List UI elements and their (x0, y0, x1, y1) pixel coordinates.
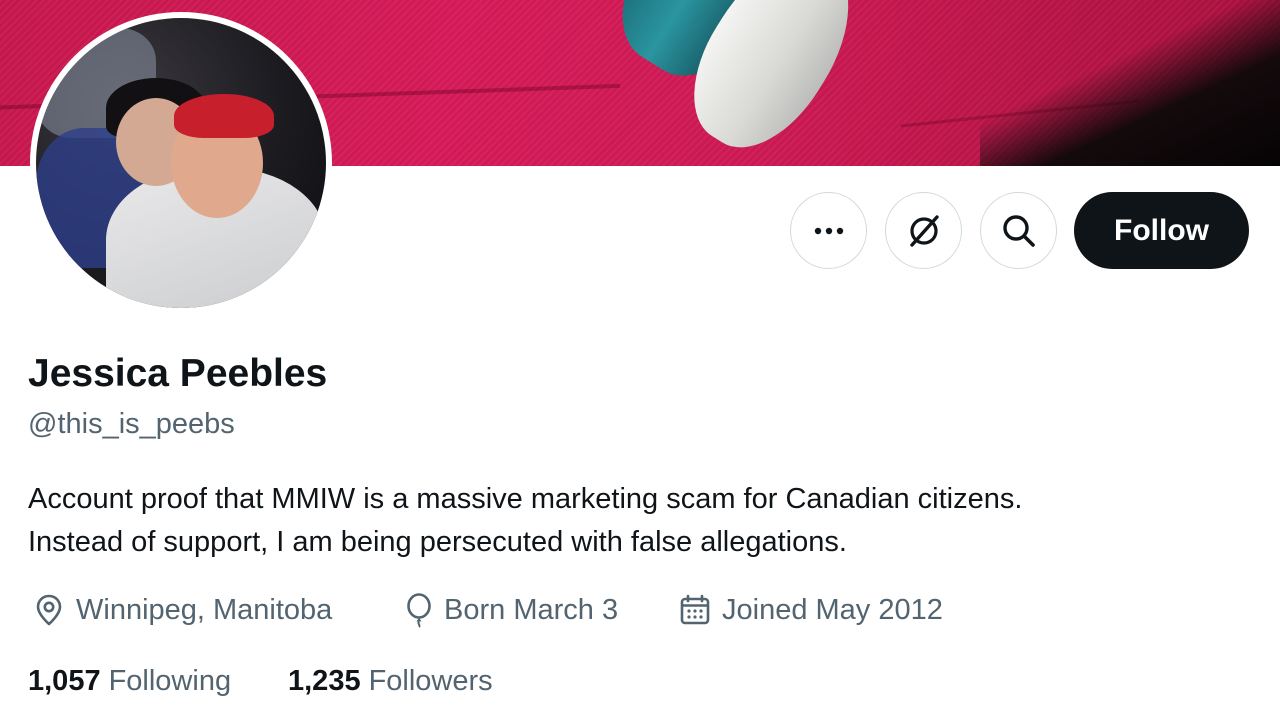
followers-count: 1,235 (288, 664, 361, 697)
photo-headband (174, 94, 274, 138)
handle: @this_is_peebs (28, 408, 235, 440)
more-icon (814, 227, 843, 234)
bio: Account proof that MMIW is a massive mar… (28, 478, 1248, 564)
follow-button[interactable]: Follow (1074, 192, 1249, 269)
banner-shadow (980, 0, 1280, 166)
grok-icon (909, 214, 939, 247)
birthday: Born March 3 (404, 590, 618, 630)
display-name: Jessica Peebles (28, 352, 328, 395)
followers-label: Followers (368, 664, 493, 697)
banner-feather (559, 0, 941, 166)
birthday-text: Born March 3 (444, 593, 619, 626)
calendar-icon (680, 594, 710, 625)
bio-line: Account proof that MMIW is a massive mar… (28, 483, 1023, 515)
followers-link[interactable]: 1,235 Followers (288, 662, 493, 700)
following-link[interactable]: 1,057 Following (28, 662, 231, 700)
location-pin-icon (36, 594, 62, 626)
bio-line: Instead of support, I am being persecute… (28, 526, 847, 558)
location: Winnipeg, Manitoba (32, 590, 332, 630)
join-date: Joined May 2012 (678, 590, 943, 630)
join-date-text: Joined May 2012 (722, 593, 943, 626)
search-button[interactable] (980, 192, 1057, 269)
balloon-icon (407, 593, 431, 628)
more-button[interactable] (790, 192, 867, 269)
grok-button[interactable] (885, 192, 962, 269)
following-count: 1,057 (28, 664, 101, 697)
avatar-photo (36, 18, 326, 308)
profile-page: Follow Jessica Peebles @this_is_peebs Ac… (0, 0, 1280, 720)
avatar[interactable] (30, 12, 332, 314)
following-label: Following (108, 664, 232, 697)
search-icon (1002, 214, 1035, 247)
location-text: Winnipeg, Manitoba (76, 593, 333, 626)
